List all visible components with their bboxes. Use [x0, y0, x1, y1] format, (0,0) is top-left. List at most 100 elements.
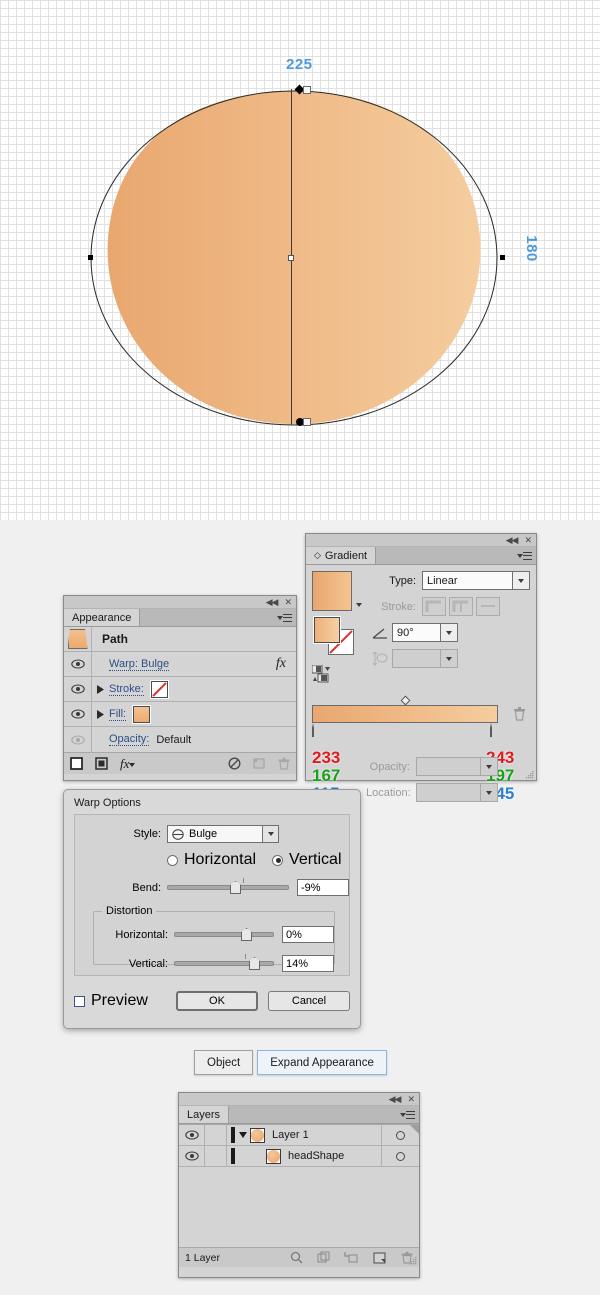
layers-panel[interactable]: ◀◀ ✕ Layers Layer 1 headShape 1 Layer [178, 1092, 420, 1278]
bbox-handle-top[interactable] [303, 86, 311, 94]
layer-name-2[interactable]: headShape [288, 1150, 344, 1162]
preview-checkbox[interactable] [74, 995, 85, 1007]
collapse-icon[interactable]: ◀◀ [389, 1094, 402, 1104]
add-new-stroke-icon[interactable] [70, 757, 83, 770]
gradient-stop-right[interactable] [490, 723, 500, 738]
distortion-horizontal-knob[interactable] [241, 928, 252, 941]
close-icon[interactable]: ✕ [524, 535, 532, 545]
visibility-eye-icon[interactable] [179, 1146, 205, 1166]
effect-fx-icon[interactable]: fx [276, 656, 286, 672]
lock-toggle-cell[interactable] [205, 1125, 227, 1145]
expand-appearance-button[interactable]: Expand Appearance [257, 1050, 387, 1075]
appearance-row-fill[interactable]: Fill: [64, 702, 296, 727]
anchor-point-center[interactable] [288, 255, 294, 261]
gradient-opacity-field[interactable] [416, 757, 498, 776]
stroke-none-swatch[interactable] [149, 679, 169, 699]
clear-appearance-icon[interactable] [228, 757, 241, 770]
distortion-vertical-slider[interactable] [174, 954, 274, 970]
bend-slider-knob[interactable] [230, 881, 241, 894]
chevron-down-icon[interactable] [262, 826, 278, 842]
appearance-row-warp[interactable]: Warp: Bulge fx [64, 652, 296, 677]
head-shape-artwork[interactable] [88, 88, 500, 430]
warp-options-dialog[interactable]: Warp Options Style: Bulge Horizontal Ver… [63, 789, 361, 1029]
gradient-location-field[interactable] [416, 783, 498, 802]
fill-gradient-swatch[interactable] [313, 616, 341, 644]
make-clipping-mask-icon[interactable] [317, 1251, 330, 1264]
visibility-eye-icon-dim[interactable] [64, 727, 92, 752]
gradient-panel[interactable]: ◀◀ ✕ ◇ Gradient Type: Linear Stroke: 90°… [305, 533, 537, 802]
duplicate-item-icon[interactable] [253, 757, 266, 770]
delete-stop-icon[interactable] [513, 706, 526, 721]
stroke-across-button[interactable] [476, 597, 500, 616]
appearance-row-opacity[interactable]: Opacity: Default [64, 727, 296, 752]
add-new-fill-icon[interactable] [95, 757, 108, 770]
radio-vertical[interactable] [272, 854, 284, 866]
delete-item-icon[interactable] [278, 757, 290, 770]
distortion-vertical-knob[interactable] [249, 957, 260, 970]
add-new-effect-icon[interactable]: fx [120, 756, 136, 772]
sublayer-target-indicator[interactable] [381, 1146, 419, 1166]
collapse-icon[interactable]: ◀◀ [266, 597, 279, 607]
close-icon[interactable]: ✕ [284, 597, 292, 607]
distortion-horizontal-field[interactable]: 0% [282, 926, 334, 943]
tab-gradient[interactable]: ◇ Gradient [306, 547, 377, 564]
bend-value-field[interactable]: -9% [297, 879, 349, 896]
stroke-within-button[interactable] [422, 597, 446, 616]
layer-row-1[interactable]: Layer 1 [179, 1125, 419, 1146]
close-icon[interactable]: ✕ [407, 1094, 415, 1104]
warp-style-select[interactable]: Bulge [167, 825, 279, 843]
visibility-eye-icon[interactable] [64, 677, 92, 701]
object-button[interactable]: Object [194, 1050, 254, 1075]
chevron-down-icon[interactable] [440, 650, 457, 667]
gradient-aspect-field[interactable] [392, 649, 458, 668]
visibility-eye-icon[interactable] [64, 652, 92, 676]
gradient-preview-swatch[interactable] [312, 571, 352, 611]
appearance-stroke-label[interactable]: Stroke: [109, 683, 144, 696]
tab-layers[interactable]: Layers [179, 1106, 230, 1123]
appearance-fill-label[interactable]: Fill: [109, 708, 127, 721]
chevron-down-icon[interactable] [440, 624, 457, 641]
radio-horizontal[interactable] [167, 854, 178, 866]
gradient-presets-chevron-down-icon[interactable] [356, 603, 362, 607]
chevron-down-icon[interactable] [480, 784, 497, 801]
appearance-object-row[interactable]: Path [64, 627, 296, 652]
panel-menu-icon[interactable] [517, 550, 532, 560]
fill-color-swatch[interactable] [132, 704, 152, 724]
bend-slider[interactable] [167, 878, 289, 894]
illustrator-canvas[interactable]: 225 180 [0, 0, 600, 520]
locate-object-icon[interactable] [290, 1251, 303, 1264]
ok-button[interactable]: OK [176, 991, 258, 1011]
anchor-point-right[interactable] [500, 255, 505, 260]
appearance-warp-label[interactable]: Warp: Bulge [109, 658, 170, 671]
layer-row-2[interactable]: headShape [179, 1146, 419, 1167]
gradient-ramp[interactable] [312, 695, 498, 723]
visibility-eye-icon[interactable] [64, 702, 92, 726]
panel-menu-icon[interactable] [277, 612, 292, 622]
bbox-handle-bottom[interactable] [303, 418, 311, 426]
resize-grip-icon[interactable] [525, 770, 534, 779]
layer-name-1[interactable]: Layer 1 [272, 1129, 309, 1141]
anchor-point-left[interactable] [88, 255, 93, 260]
appearance-row-stroke[interactable]: Stroke: [64, 677, 296, 702]
gradient-angle-field[interactable]: 90° [392, 623, 458, 642]
resize-grip-icon[interactable] [408, 1256, 417, 1265]
lock-toggle-cell[interactable] [205, 1146, 227, 1166]
collapse-icon[interactable]: ◀◀ [506, 535, 519, 545]
visibility-eye-icon[interactable] [179, 1125, 205, 1145]
twirl-down-icon[interactable] [235, 1132, 250, 1138]
create-sublayer-icon[interactable] [344, 1251, 359, 1264]
gradient-stop-left[interactable] [312, 723, 322, 738]
chevron-down-icon[interactable] [512, 572, 529, 589]
gradient-midpoint-handle[interactable] [400, 695, 411, 706]
reverse-gradient-icon[interactable] [312, 665, 336, 683]
create-new-layer-icon[interactable] [373, 1251, 387, 1264]
panel-menu-icon[interactable] [400, 1109, 415, 1119]
appearance-panel[interactable]: ◀◀ ✕ Appearance Path Warp: Bulge fx Stro… [63, 595, 297, 781]
distortion-horizontal-slider[interactable] [174, 928, 274, 941]
disclosure-triangle-icon[interactable] [92, 684, 109, 694]
disclosure-triangle-icon[interactable] [92, 709, 109, 719]
distortion-vertical-field[interactable]: 14% [282, 955, 334, 972]
appearance-opacity-label[interactable]: Opacity: [109, 733, 150, 746]
tab-appearance[interactable]: Appearance [64, 609, 141, 626]
stroke-along-button[interactable] [449, 597, 473, 616]
